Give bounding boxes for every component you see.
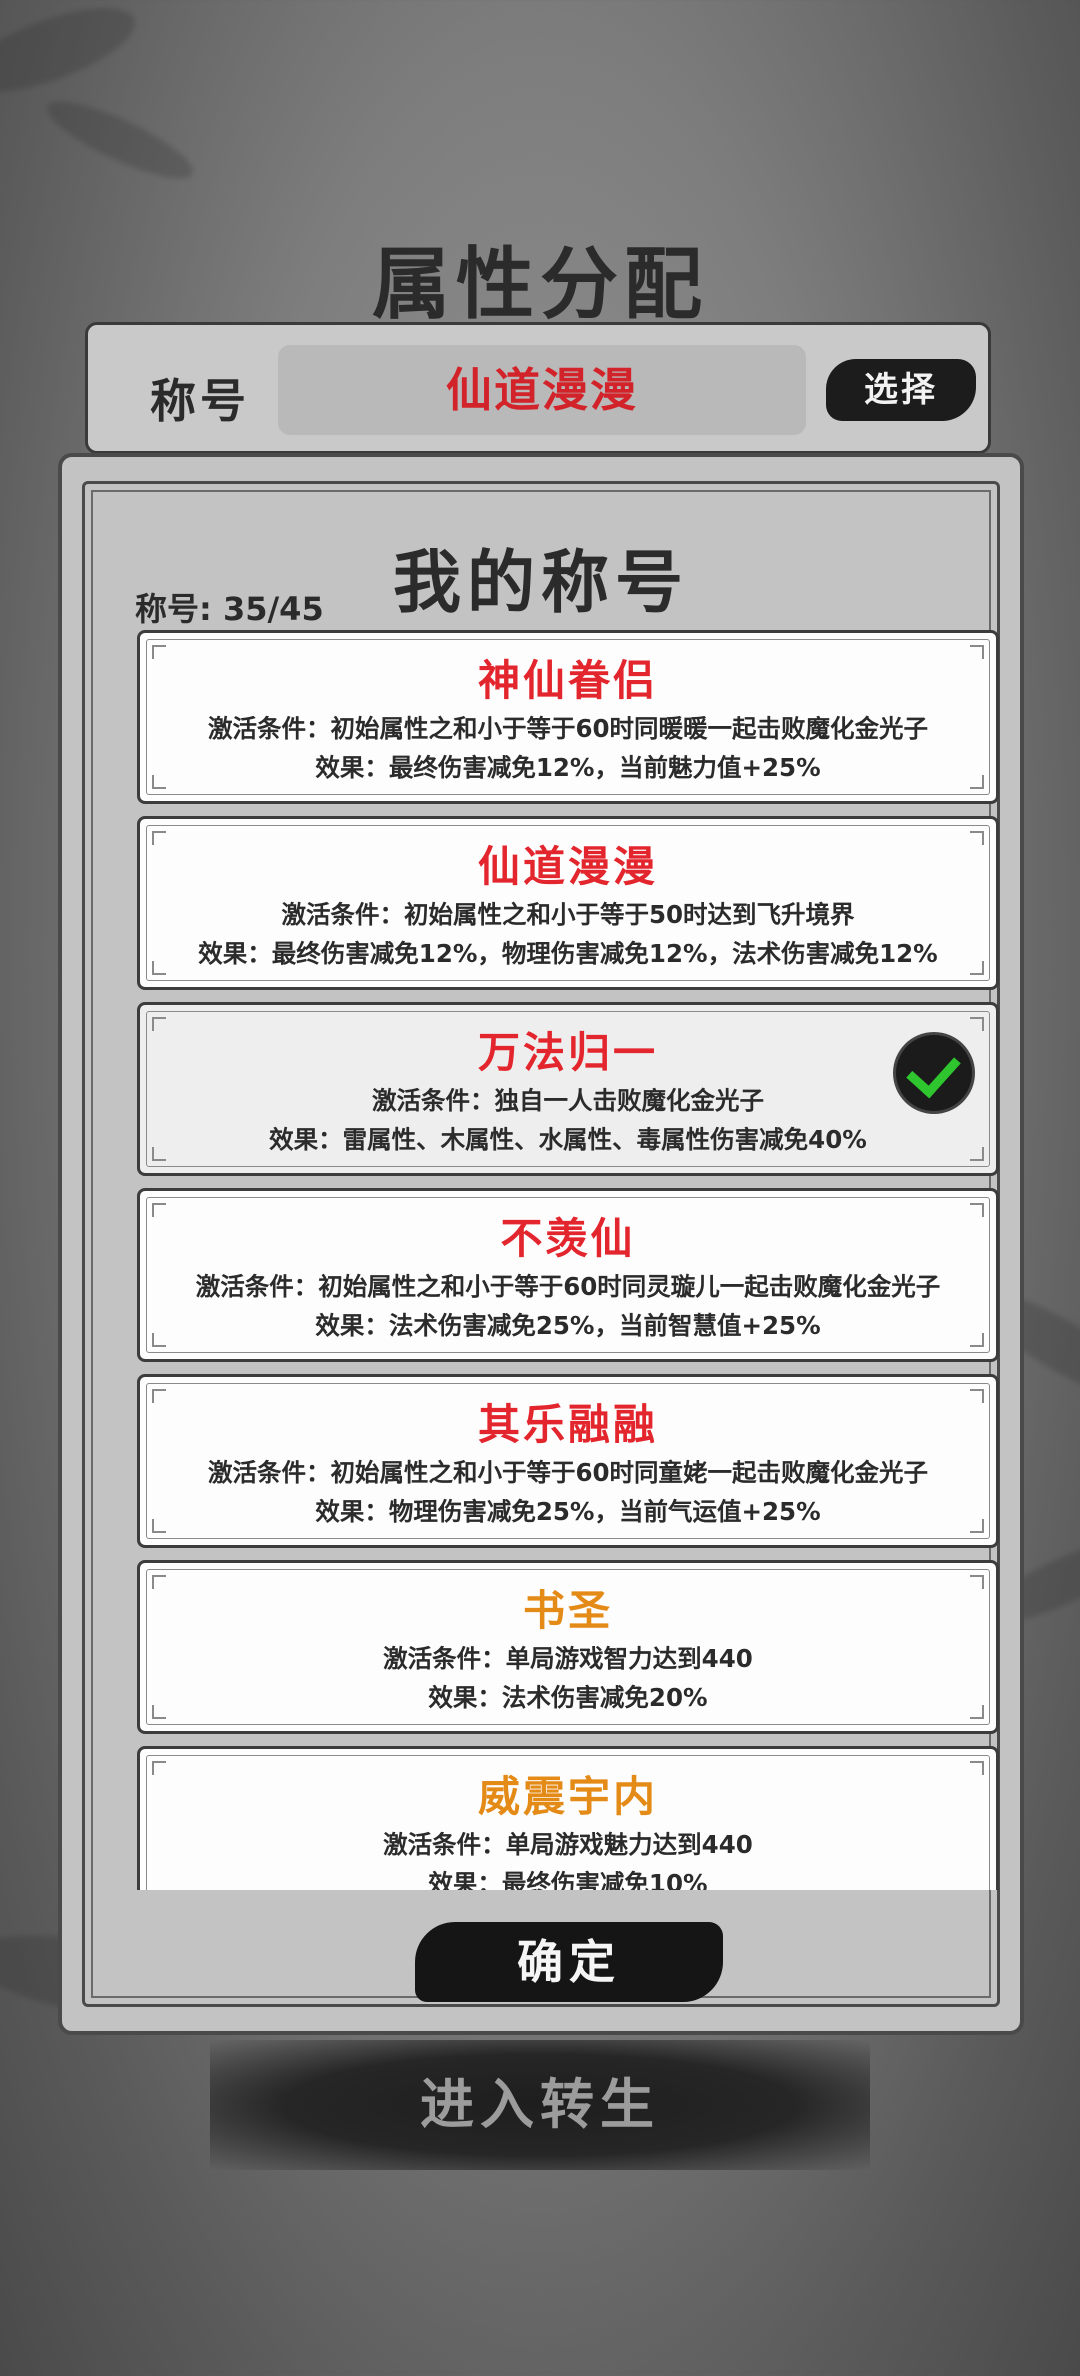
title-card-condition: 激活条件：初始属性之和小于等于60时同暖暖一起击败魔化金光子 [207,714,929,743]
title-card-effect: 效果：物理伤害减免25%，当前气运值+25% [315,1497,821,1526]
title-card[interactable]: 其乐融融 激活条件：初始属性之和小于等于60时同童姥一起击败魔化金光子 效果：物… [137,1374,999,1548]
title-card-condition: 激活条件：单局游戏魅力达到440 [383,1830,753,1859]
title-card-condition: 激活条件：初始属性之和小于等于50时达到飞升境界 [281,900,855,929]
title-card-name: 威震宇内 [477,1772,658,1821]
title-card-effect: 效果：法术伤害减免25%，当前智慧值+25% [315,1311,821,1340]
title-card[interactable]: 不羡仙 激活条件：初始属性之和小于等于60时同灵璇儿一起击败魔化金光子 效果：法… [137,1188,999,1362]
title-card-effect: 效果：最终伤害减免10% [428,1869,708,1890]
title-card-name: 其乐融融 [477,1400,658,1449]
title-card[interactable]: 仙道漫漫 激活条件：初始属性之和小于等于50时达到飞升境界 效果：最终伤害减免1… [137,816,999,990]
title-card-selected[interactable]: 万法归一 激活条件：独自一人击败魔化金光子 效果：雷属性、木属性、水属性、毒属性… [137,1002,999,1176]
checkmark-icon [896,1035,972,1111]
title-card-name: 不羡仙 [500,1214,636,1263]
title-card-effect: 效果：最终伤害减免12%，当前魅力值+25% [315,753,821,782]
title-count-value: 35/45 [222,590,324,628]
enter-rebirth-button[interactable]: 进入转生 [210,2040,870,2170]
confirm-button[interactable]: 确定 [415,1922,723,2002]
current-title-display: 仙道漫漫 [278,345,806,435]
title-card-effect: 效果：法术伤害减免20% [428,1683,708,1712]
modal-frame: 我的称号 称号: 35/45 神仙眷侣 激活条件：初始属性之和小于等于60时同暖… [82,481,1000,2007]
background-ink-decoration [0,0,145,109]
title-card[interactable]: 书圣 激活条件：单局游戏智力达到440 效果：法术伤害减免20% [137,1560,999,1734]
title-bar: 称号 仙道漫漫 选择 [85,322,991,454]
background-ink-decoration [39,88,201,192]
title-card[interactable]: 神仙眷侣 激活条件：初始属性之和小于等于60时同暖暖一起击败魔化金光子 效果：最… [137,630,999,804]
title-card-condition: 激活条件：独自一人击败魔化金光子 [372,1086,764,1115]
page-title: 属性分配 [371,240,708,330]
title-list[interactable]: 神仙眷侣 激活条件：初始属性之和小于等于60时同暖暖一起击败魔化金光子 效果：最… [137,630,999,1890]
my-titles-modal: 我的称号 称号: 35/45 神仙眷侣 激活条件：初始属性之和小于等于60时同暖… [58,453,1024,2035]
title-card-name: 书圣 [522,1586,613,1635]
title-card-name: 神仙眷侣 [477,656,658,705]
title-card-condition: 激活条件：初始属性之和小于等于60时同灵璇儿一起击败魔化金光子 [195,1272,941,1301]
title-card-effect: 效果：雷属性、木属性、水属性、毒属性伤害减免40% [269,1125,867,1154]
title-count-label: 称号: [135,590,223,628]
title-card[interactable]: 威震宇内 激活条件：单局游戏魅力达到440 效果：最终伤害减免10% [137,1746,999,1890]
title-count: 称号: 35/45 [135,584,324,630]
title-card-effect: 效果：最终伤害减免12%，物理伤害减免12%，法术伤害减免12% [198,939,938,968]
title-card-condition: 激活条件：初始属性之和小于等于60时同童姥一起击败魔化金光子 [207,1458,929,1487]
title-card-condition: 激活条件：单局游戏智力达到440 [383,1644,753,1673]
title-card-name: 万法归一 [477,1028,658,1077]
select-title-button[interactable]: 选择 [826,359,976,421]
title-label: 称号 [150,374,250,428]
title-card-name: 仙道漫漫 [477,842,658,891]
